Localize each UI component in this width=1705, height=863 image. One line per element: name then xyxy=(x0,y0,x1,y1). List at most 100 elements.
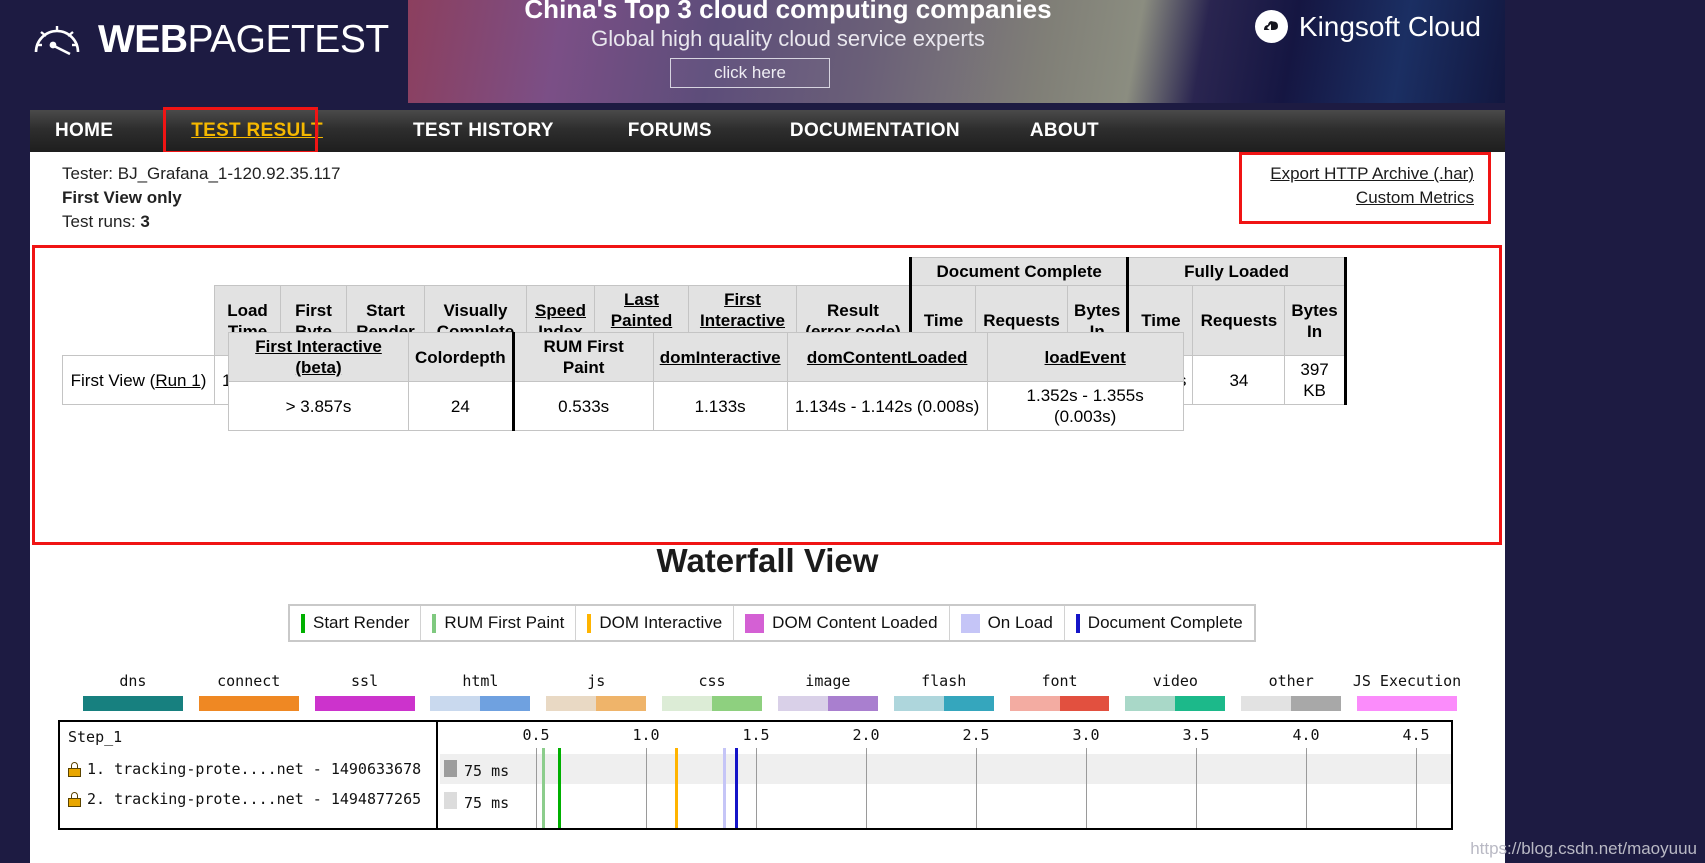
spacer-cell xyxy=(215,258,911,286)
nav-item-forums[interactable]: FORUMS xyxy=(628,120,712,142)
mime-swatch xyxy=(199,696,299,711)
list-item[interactable]: 1. tracking-prote....net - 1490633678 xyxy=(68,760,421,778)
top-banner-strip: WEBPAGETEST China's Top 3 cloud computin… xyxy=(0,0,1705,110)
waterfall-event-legend: Start Render RUM First Paint DOM Interac… xyxy=(288,604,1256,642)
webpagetest-result-page: WEBPAGETEST China's Top 3 cloud computin… xyxy=(0,0,1705,863)
ad-headline: China's Top 3 cloud computing companies xyxy=(408,0,1168,25)
gridline xyxy=(1306,748,1307,828)
request-bar xyxy=(444,760,457,777)
axis-tick: 2.0 xyxy=(852,726,879,744)
waterfall-chart[interactable]: Step_1 1. tracking-prote....net - 149063… xyxy=(58,720,1453,830)
mime-swatch xyxy=(430,696,530,711)
nav-item-documentation[interactable]: DOCUMENTATION xyxy=(790,120,960,142)
metric-col-domcontentloaded[interactable]: domContentLoaded xyxy=(787,333,987,382)
nav-item-about[interactable]: ABOUT xyxy=(1030,120,1099,142)
axis-tick: 1.5 xyxy=(742,726,769,744)
mime-swatch xyxy=(778,696,878,711)
mime-label: dns xyxy=(75,672,191,690)
step-label: Step_1 xyxy=(68,728,122,746)
logo-wordmark: WEBPAGETEST xyxy=(98,20,389,59)
waterfall-request-labels: Step_1 1. tracking-prote....net - 149063… xyxy=(60,722,438,828)
mime-legend-image: image xyxy=(770,672,886,711)
mime-swatch xyxy=(83,696,183,711)
nav-item-test-result[interactable]: TEST RESULT xyxy=(191,120,323,142)
view-mode-line: First View only xyxy=(62,186,340,210)
col-fl-requests: Requests xyxy=(1193,286,1285,356)
axis-tick: 3.0 xyxy=(1072,726,1099,744)
gridline xyxy=(646,748,647,828)
main-navigation: HOME TEST RESULT TEST HISTORY FORUMS DOC… xyxy=(30,110,1505,152)
gridline xyxy=(1196,748,1197,828)
mime-label: video xyxy=(1117,672,1233,690)
metric-value-dominteractive: 1.133s xyxy=(653,382,787,431)
value-fl-requests: 34 xyxy=(1193,356,1285,405)
tester-line: Tester: BJ_Grafana_1-120.92.35.117 xyxy=(62,162,340,186)
tester-info: Tester: BJ_Grafana_1-120.92.35.117 First… xyxy=(62,162,340,234)
logo-pagetest: PAGETEST xyxy=(188,18,389,61)
mime-legend-js: js xyxy=(538,672,654,711)
lock-icon xyxy=(68,792,81,807)
col-fl-bytes-in: Bytes In xyxy=(1285,286,1345,356)
gridline xyxy=(1086,748,1087,828)
dom-interactive-marker-icon xyxy=(587,614,591,633)
legend-item-start-render[interactable]: Start Render xyxy=(290,606,421,640)
axis-tick: 4.0 xyxy=(1292,726,1319,744)
metric-value-domcontentloaded: 1.134s - 1.142s (0.008s) xyxy=(787,382,987,431)
event-line-document-complete xyxy=(735,748,738,828)
mime-label: js xyxy=(538,672,654,690)
mime-swatch xyxy=(546,696,646,711)
mime-label: JS Execution xyxy=(1349,672,1465,690)
metric-col-first-interactive[interactable]: First Interactive (beta) xyxy=(229,333,409,382)
request-duration: 75 ms xyxy=(464,762,509,780)
spacer-cell xyxy=(63,258,215,286)
gridline xyxy=(976,748,977,828)
event-line-start-render xyxy=(558,748,561,828)
mime-swatch xyxy=(894,696,994,711)
gridline xyxy=(1416,748,1417,828)
mime-label: font xyxy=(1002,672,1118,690)
nav-item-home[interactable]: HOME xyxy=(55,120,113,142)
legend-item-document-complete[interactable]: Document Complete xyxy=(1065,606,1254,640)
mime-swatch xyxy=(315,696,415,711)
metric-value-loadevent: 1.352s - 1.355s (0.003s) xyxy=(987,382,1183,431)
legend-item-rum-first-paint[interactable]: RUM First Paint xyxy=(421,606,576,640)
mime-legend-other: other xyxy=(1233,672,1349,711)
mime-label: image xyxy=(770,672,886,690)
export-har-link[interactable]: Export HTTP Archive (.har) xyxy=(1242,162,1474,186)
legend-label: DOM Interactive xyxy=(599,613,722,633)
lock-icon xyxy=(68,762,81,777)
mime-legend-flash: flash xyxy=(886,672,1002,711)
custom-metrics-table: First Interactive (beta) Colordepth RUM … xyxy=(228,332,1184,431)
kingsoft-cloud-logo-icon xyxy=(1255,10,1288,43)
legend-item-dom-content-loaded[interactable]: DOM Content Loaded xyxy=(734,606,949,640)
waterfall-plot: 0.5 1.0 1.5 2.0 2.5 3.0 3.5 4.0 4.5 75 m… xyxy=(440,722,1451,828)
site-logo[interactable]: WEBPAGETEST xyxy=(30,12,389,66)
custom-metrics-link[interactable]: Custom Metrics xyxy=(1242,186,1474,210)
legend-label: Start Render xyxy=(313,613,409,633)
metric-col-loadevent[interactable]: loadEvent xyxy=(987,333,1183,382)
nav-item-test-history[interactable]: TEST HISTORY xyxy=(413,120,554,142)
gridline xyxy=(866,748,867,828)
legend-label: Document Complete xyxy=(1088,613,1243,633)
advertisement-banner[interactable]: China's Top 3 cloud computing companies … xyxy=(408,0,1505,103)
row-label-first-view[interactable]: First View (Run 1) xyxy=(63,356,215,405)
metric-col-rum-first-paint: RUM First Paint xyxy=(513,333,653,382)
value-fl-bytes-in: 397 KB xyxy=(1285,356,1345,405)
event-line-dom-interactive xyxy=(675,748,678,828)
logo-web: WEB xyxy=(98,18,188,61)
mime-legend-ssl: ssl xyxy=(307,672,423,711)
metric-value-colordepth: 24 xyxy=(409,382,514,431)
mime-swatch xyxy=(662,696,762,711)
gridline xyxy=(536,748,537,828)
metric-value-first-interactive: > 3.857s xyxy=(229,382,409,431)
legend-item-dom-interactive[interactable]: DOM Interactive xyxy=(576,606,734,640)
ad-cta-button[interactable]: click here xyxy=(670,58,830,88)
metric-col-dominteractive[interactable]: domInteractive xyxy=(653,333,787,382)
mime-swatch xyxy=(1010,696,1110,711)
list-item[interactable]: 2. tracking-prote....net - 1494877265 xyxy=(68,790,421,808)
waterfall-row-band xyxy=(440,786,1451,816)
axis-tick: 3.5 xyxy=(1182,726,1209,744)
legend-label: On Load xyxy=(988,613,1053,633)
event-line-rum-first-paint xyxy=(542,748,545,828)
legend-item-on-load[interactable]: On Load xyxy=(950,606,1065,640)
